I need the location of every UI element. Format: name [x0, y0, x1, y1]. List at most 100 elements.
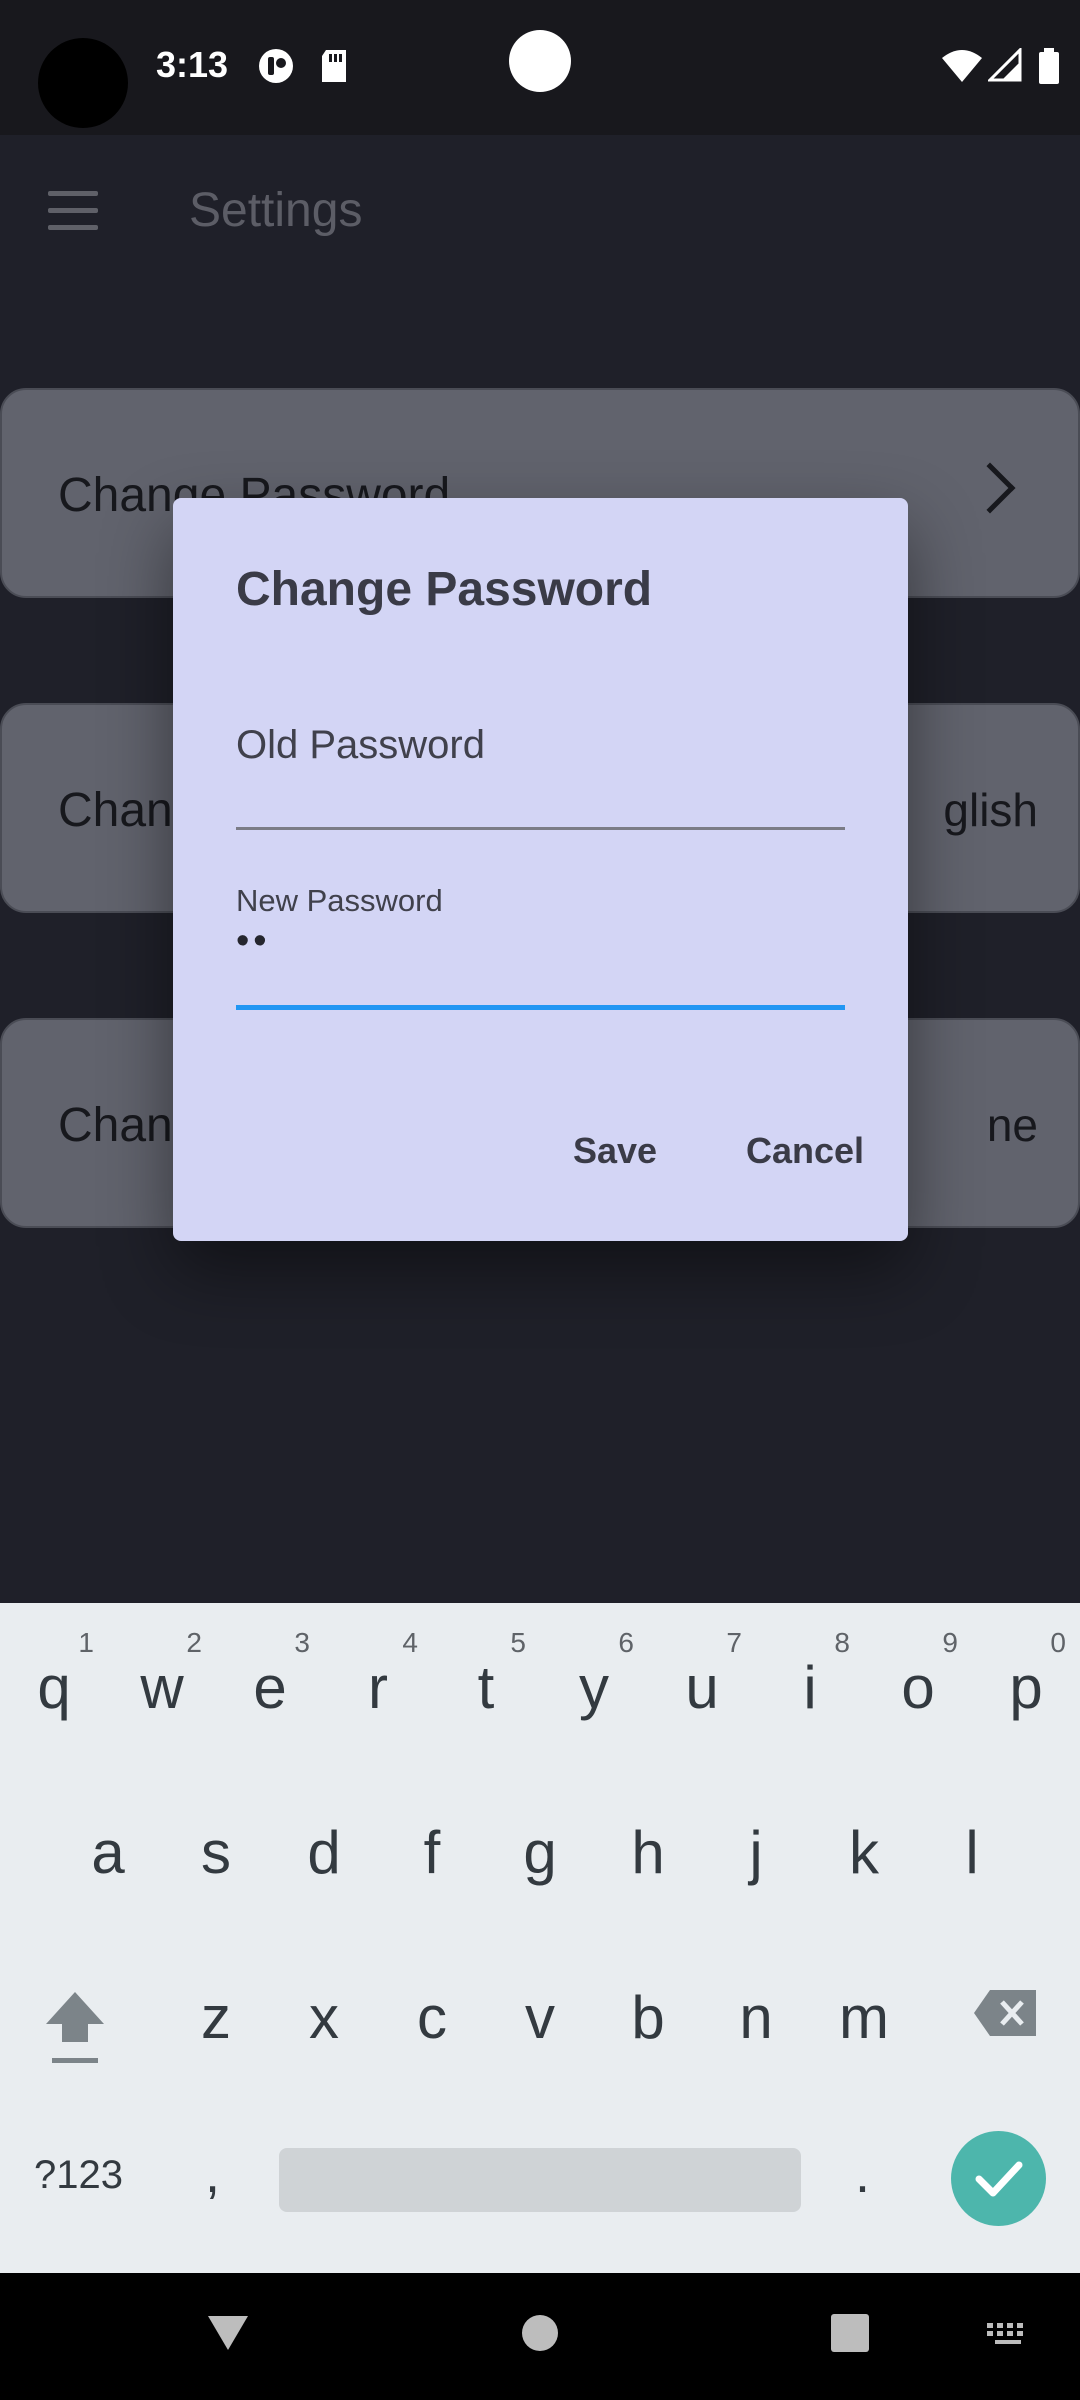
key-label: f [423, 1819, 441, 1886]
key-hint: 1 [78, 1627, 94, 1658]
key-v[interactable]: v [486, 1933, 594, 2073]
key-c[interactable]: c [378, 1933, 486, 2073]
key-label: s [201, 1819, 231, 1886]
key-m[interactable]: m [810, 1933, 918, 2073]
backspace-icon[interactable] [972, 1988, 1038, 2038]
key-label: t [477, 1654, 495, 1721]
key-label: v [525, 1984, 555, 2051]
key-e[interactable]: e3 [216, 1603, 324, 1743]
key-z[interactable]: z [162, 1933, 270, 2073]
front-camera [509, 30, 571, 92]
key-t[interactable]: t5 [432, 1603, 540, 1743]
chevron-right-icon [964, 462, 1016, 514]
key-r[interactable]: r4 [324, 1603, 432, 1743]
key-hint: 5 [510, 1627, 526, 1658]
wifi-icon [942, 50, 982, 82]
cancel-button[interactable]: Cancel [746, 1130, 864, 1172]
key-label: l [965, 1819, 979, 1886]
key-d[interactable]: d [270, 1768, 378, 1908]
key-a[interactable]: a [54, 1768, 162, 1908]
new-password-label: New Password [236, 883, 443, 918]
key-q[interactable]: q1 [0, 1603, 108, 1743]
shift-icon[interactable] [42, 1988, 108, 2068]
settings-row-label: Chan [58, 1099, 173, 1152]
new-password-underline [236, 1005, 845, 1010]
key-label: i [803, 1654, 817, 1721]
key-i[interactable]: i8 [756, 1603, 864, 1743]
key-o[interactable]: o9 [864, 1603, 972, 1743]
sd-card-icon [322, 50, 346, 82]
checkmark-icon [975, 2161, 1023, 2197]
save-button[interactable]: Save [573, 1130, 657, 1172]
comma-key[interactable]: , [205, 2143, 220, 2205]
key-label: h [631, 1819, 665, 1886]
period-key[interactable]: . [855, 2143, 870, 2205]
key-label: u [685, 1654, 719, 1721]
enter-key[interactable] [951, 2131, 1046, 2226]
key-label: w [140, 1654, 184, 1721]
key-label: g [523, 1819, 557, 1886]
key-u[interactable]: u7 [648, 1603, 756, 1743]
key-label: d [307, 1819, 341, 1886]
key-h[interactable]: h [594, 1768, 702, 1908]
settings-row-label: Chan [58, 784, 173, 837]
menu-icon[interactable] [48, 191, 98, 230]
key-n[interactable]: n [702, 1933, 810, 2073]
change-password-dialog: Change Password Old Password New Passwor… [173, 498, 908, 1241]
new-password-field[interactable]: •• [236, 920, 271, 963]
recents-icon[interactable] [830, 2313, 870, 2353]
home-icon[interactable] [520, 2313, 560, 2353]
key-l[interactable]: l [918, 1768, 1026, 1908]
key-label: a [91, 1819, 125, 1886]
key-label: q [37, 1654, 71, 1721]
key-hint: 4 [402, 1627, 418, 1658]
key-label: b [631, 1984, 665, 2051]
old-password-field[interactable]: Old Password [236, 723, 485, 768]
key-label: o [901, 1654, 935, 1721]
key-label: k [849, 1819, 879, 1886]
key-label: m [839, 1984, 889, 2051]
vpn-key-icon [259, 49, 293, 83]
settings-row-value: glish [943, 784, 1038, 836]
battery-icon [1039, 48, 1059, 84]
dialog-title: Change Password [236, 563, 653, 616]
key-g[interactable]: g [486, 1768, 594, 1908]
key-hint: 6 [618, 1627, 634, 1658]
key-hint: 3 [294, 1627, 310, 1658]
soft-keyboard: q1w2e3r4t5y6u7i8o9p0 asdfghjkl zxcvbnm ?… [0, 1603, 1080, 2273]
key-s[interactable]: s [162, 1768, 270, 1908]
key-j[interactable]: j [702, 1768, 810, 1908]
settings-row-value: ne [986, 1099, 1038, 1151]
key-hint: 2 [186, 1627, 202, 1658]
key-hint: 8 [834, 1627, 850, 1658]
keyboard-switch-icon[interactable] [985, 2321, 1031, 2347]
status-time: 3:13 [156, 44, 229, 85]
key-label: c [417, 1984, 447, 2051]
key-k[interactable]: k [810, 1768, 918, 1908]
page-title: Settings [189, 184, 363, 237]
key-y[interactable]: y6 [540, 1603, 648, 1743]
key-label: p [1009, 1654, 1043, 1721]
key-hint: 9 [942, 1627, 958, 1658]
status-bar: 3:13 [0, 0, 1080, 135]
key-label: j [749, 1819, 763, 1886]
key-label: y [579, 1654, 609, 1721]
navigation-bar [0, 2273, 1080, 2400]
key-hint: 7 [726, 1627, 742, 1658]
key-w[interactable]: w2 [108, 1603, 216, 1743]
symbols-key[interactable]: ?123 [34, 2153, 123, 2198]
key-f[interactable]: f [378, 1768, 486, 1908]
signal-icon [988, 48, 1022, 82]
key-label: e [253, 1654, 287, 1721]
key-label: x [309, 1984, 339, 2051]
old-password-underline [236, 827, 845, 830]
key-hint: 0 [1050, 1627, 1066, 1658]
camera-cutout [38, 38, 128, 128]
key-p[interactable]: p0 [972, 1603, 1080, 1743]
key-label: z [201, 1984, 231, 2051]
key-x[interactable]: x [270, 1933, 378, 2073]
space-bar[interactable] [279, 2148, 801, 2212]
app-bar: Settings [0, 135, 1080, 285]
key-b[interactable]: b [594, 1933, 702, 2073]
back-icon[interactable] [205, 2313, 251, 2353]
